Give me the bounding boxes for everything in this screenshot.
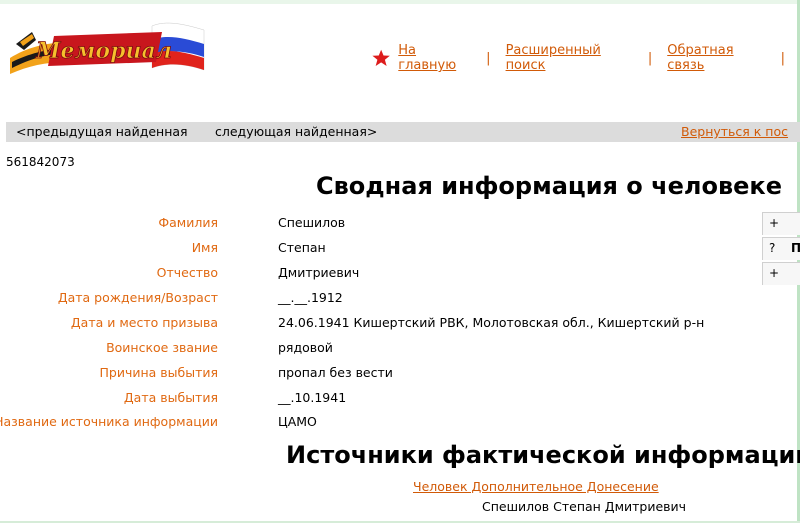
field-label: Воинское звание (106, 340, 218, 355)
feedback-link[interactable]: Обратная связь (667, 43, 765, 73)
field-value: Дмитриевич (278, 265, 360, 280)
logo-text: Мемориал (35, 38, 172, 64)
field-value: рядовой (278, 340, 333, 355)
field-row-rank: Воинское звание рядовой (0, 338, 760, 358)
record-id: 561842073 (6, 155, 75, 169)
field-label: Название источника информации (0, 414, 218, 429)
field-value: Степан (278, 240, 326, 255)
field-label: Причина выбытия (99, 365, 218, 380)
source-person-name: Спешилов Степан Дмитриевич (482, 499, 687, 514)
expand-patronymic-button[interactable]: + (762, 262, 800, 285)
field-label: Дата выбытия (123, 390, 218, 405)
plus-icon: + (769, 216, 780, 230)
top-border (0, 0, 800, 4)
memorial-logo[interactable]: Мемориал (6, 18, 206, 76)
next-result-link[interactable]: следующая найденная> (215, 124, 377, 139)
field-label: Дата рождения/Возраст (57, 290, 218, 305)
name-help-button[interactable]: ? П (762, 237, 800, 260)
advanced-search-link[interactable]: Расширенный поиск (506, 43, 633, 73)
field-row-name: Имя Степан (0, 238, 760, 258)
field-label: Отчество (156, 265, 218, 280)
field-row-dropout-date: Дата выбытия __.10.1941 (0, 388, 760, 408)
field-row-surname: Фамилия Спешилов (0, 213, 760, 233)
plus-icon: + (769, 266, 780, 280)
back-to-results-link[interactable]: Вернуться к пос (681, 124, 788, 139)
field-value: Спешилов (278, 215, 346, 230)
nav-separator: | (486, 50, 491, 66)
field-value: __.__.1912 (278, 290, 343, 305)
field-label: Фамилия (158, 215, 218, 230)
field-row-reason: Причина выбытия пропал без вести (0, 363, 760, 383)
expand-surname-button[interactable]: + (762, 212, 800, 235)
page-title: Сводная информация о человеке (316, 172, 782, 200)
prev-result-link[interactable]: <предыдущая найденная (16, 124, 188, 139)
result-nav-bar: <предыдущая найденная следующая найденна… (6, 122, 800, 142)
field-value: 24.06.1941 Кишертский РВК, Молотовская о… (278, 315, 705, 330)
field-value: пропал без вести (278, 365, 393, 380)
field-row-conscription: Дата и место призыва 24.06.1941 Кишертск… (0, 313, 760, 333)
field-row-source: Название источника информации ЦАМО (0, 412, 760, 432)
field-value: __.10.1941 (278, 390, 347, 405)
home-link[interactable]: На главную (398, 43, 471, 73)
field-label: Дата и место призыва (70, 315, 218, 330)
question-icon: ? (769, 241, 776, 255)
star-icon (372, 49, 390, 66)
sources-title: Источники фактической информации (286, 441, 800, 469)
top-nav: На главную | Расширенный поиск | Обратна… (372, 43, 800, 73)
field-value: ЦАМО (278, 414, 317, 429)
help-label: П (791, 241, 800, 255)
field-label: Имя (191, 240, 218, 255)
field-row-birth: Дата рождения/Возраст __.__.1912 (0, 288, 760, 308)
field-row-patronymic: Отчество Дмитриевич (0, 263, 760, 283)
nav-separator: | (780, 50, 785, 66)
nav-separator: | (647, 50, 653, 66)
source-document-link[interactable]: Человек Дополнительное Донесение (413, 479, 659, 494)
